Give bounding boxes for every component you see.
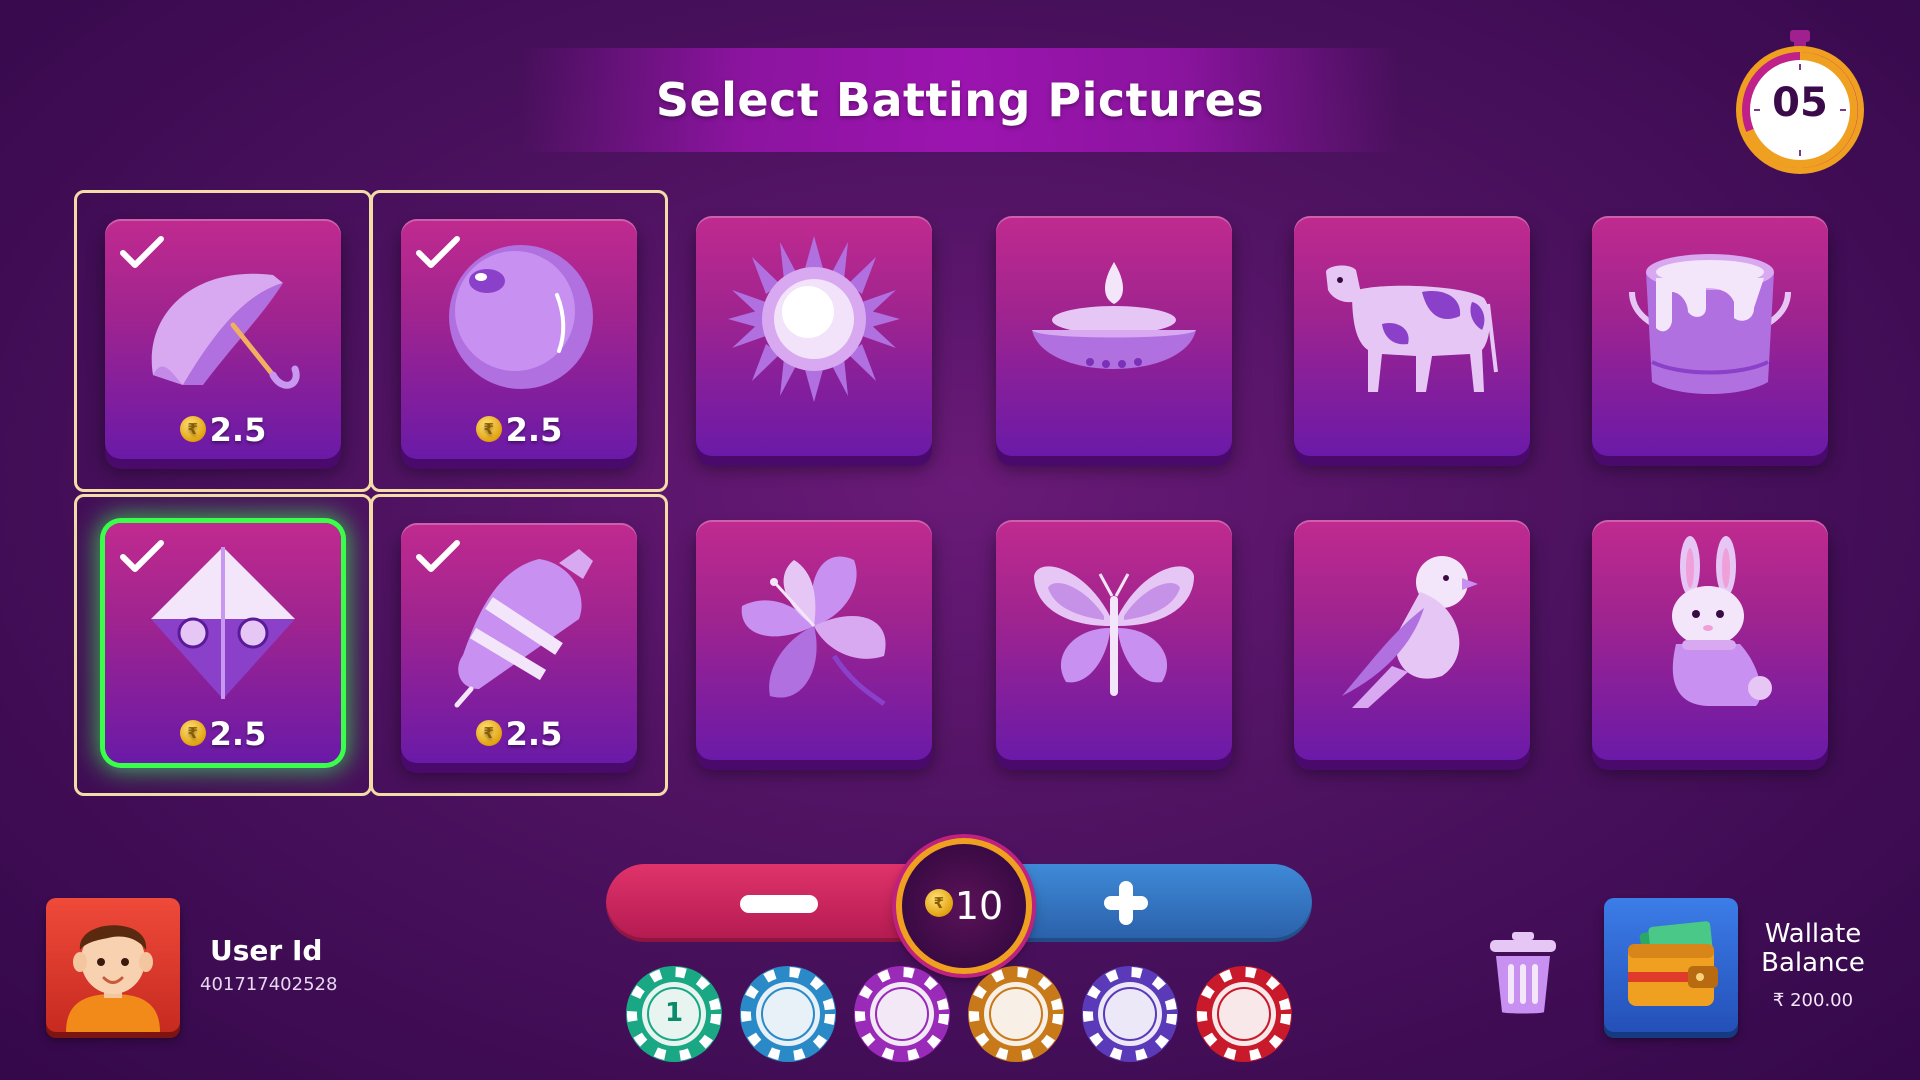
- timer-seconds: 05: [1772, 80, 1828, 126]
- coin-icon: ₹: [179, 416, 206, 442]
- butterfly-icon: [1034, 566, 1194, 696]
- stake-control: ₹10: [606, 838, 1312, 974]
- tile-amount: ₹2.5: [105, 411, 341, 449]
- amount-value: 2.5: [505, 715, 563, 753]
- trash-icon: [1490, 932, 1556, 1014]
- tile-rabbit[interactable]: [1564, 494, 1828, 760]
- coin-icon: ₹: [475, 720, 502, 746]
- tile-amount: ₹2.5: [401, 715, 637, 753]
- card-diya[interactable]: [996, 216, 1232, 456]
- spinning-top-icon: [454, 549, 593, 708]
- clear-bets-button[interactable]: [1486, 930, 1560, 1016]
- paint-bucket-icon: [1629, 254, 1791, 394]
- wallet-button[interactable]: [1604, 898, 1738, 1032]
- cow-icon: [1326, 265, 1498, 392]
- tile-diya[interactable]: [968, 190, 1232, 456]
- card-spinning-top[interactable]: ₹2.5: [401, 523, 637, 763]
- user-avatar-icon: [66, 925, 160, 1032]
- card-umbrella[interactable]: ₹2.5: [105, 219, 341, 459]
- coin-icon: ₹: [924, 889, 953, 917]
- card-ball[interactable]: ₹2.5: [401, 219, 637, 459]
- tile-umbrella[interactable]: ₹2.5: [74, 190, 372, 492]
- chip-label: 1: [664, 998, 684, 1028]
- title-banner: Select Batting Pictures: [520, 48, 1400, 152]
- tile-amount: ₹2.5: [401, 411, 637, 449]
- chip-selector: 1: [624, 964, 1304, 1064]
- casino-chip-icon: [854, 966, 950, 1062]
- card-flower[interactable]: [696, 520, 932, 760]
- card-butterfly[interactable]: [996, 520, 1232, 760]
- chip-4[interactable]: [966, 964, 1066, 1064]
- wallet-balance-value: ₹ 200.00: [1772, 990, 1854, 1011]
- amount-value: 2.5: [209, 715, 267, 753]
- rabbit-icon: [1672, 536, 1772, 706]
- page-title: Select Batting Pictures: [655, 73, 1265, 127]
- casino-chip-icon: [1082, 966, 1178, 1062]
- amount-value: 2.5: [505, 411, 563, 449]
- ball-icon: [449, 245, 593, 389]
- amount-value: 2.5: [209, 411, 267, 449]
- tile-cow[interactable]: [1266, 190, 1530, 456]
- sun-icon: [728, 236, 900, 402]
- bird-icon: [1342, 556, 1478, 708]
- casino-chip-icon: [740, 966, 836, 1062]
- card-bird[interactable]: [1294, 520, 1530, 760]
- umbrella-icon: [151, 273, 300, 389]
- tile-bird[interactable]: [1266, 494, 1530, 760]
- chip-1[interactable]: 1: [624, 964, 724, 1064]
- tile-flower[interactable]: [668, 494, 932, 760]
- tile-spinning-top[interactable]: ₹2.5: [370, 494, 668, 796]
- coin-icon: ₹: [475, 416, 502, 442]
- diya-icon: [1032, 262, 1196, 369]
- user-id-value: 401717402528: [200, 974, 338, 995]
- chip-2[interactable]: [738, 964, 838, 1064]
- chip-6[interactable]: [1194, 964, 1294, 1064]
- card-kite[interactable]: ₹2.5: [105, 523, 341, 763]
- chip-5[interactable]: [1080, 964, 1180, 1064]
- stake-value: 10: [954, 884, 1004, 928]
- card-bucket[interactable]: [1592, 216, 1828, 456]
- casino-chip-icon: [968, 966, 1064, 1062]
- tile-sun[interactable]: [668, 190, 932, 456]
- card-cow[interactable]: [1294, 216, 1530, 456]
- minus-icon: [740, 895, 818, 913]
- user-id-label: User Id: [210, 934, 323, 967]
- avatar[interactable]: [46, 898, 180, 1032]
- card-rabbit[interactable]: [1592, 520, 1828, 760]
- countdown-timer: 05: [1728, 28, 1872, 178]
- coin-icon: ₹: [179, 720, 206, 746]
- tile-bucket[interactable]: [1564, 190, 1828, 456]
- tile-amount: ₹2.5: [105, 715, 341, 753]
- tile-ball[interactable]: ₹2.5: [370, 190, 668, 492]
- wallet-balance-label: Wallate Balance: [1761, 919, 1865, 978]
- tile-butterfly[interactable]: [968, 494, 1232, 760]
- card-sun[interactable]: [696, 216, 932, 456]
- chip-3[interactable]: [852, 964, 952, 1064]
- kite-icon: [151, 547, 295, 699]
- hibiscus-icon: [741, 556, 886, 706]
- wallet-icon: [1628, 921, 1718, 1006]
- tile-kite[interactable]: ₹2.5: [74, 494, 372, 796]
- casino-chip-icon: [1196, 966, 1292, 1062]
- betting-grid: ₹2.5 ₹2.5 ₹ 2.5 ₹ 2.5: [74, 190, 1864, 810]
- stake-amount-display: ₹10: [896, 838, 1032, 974]
